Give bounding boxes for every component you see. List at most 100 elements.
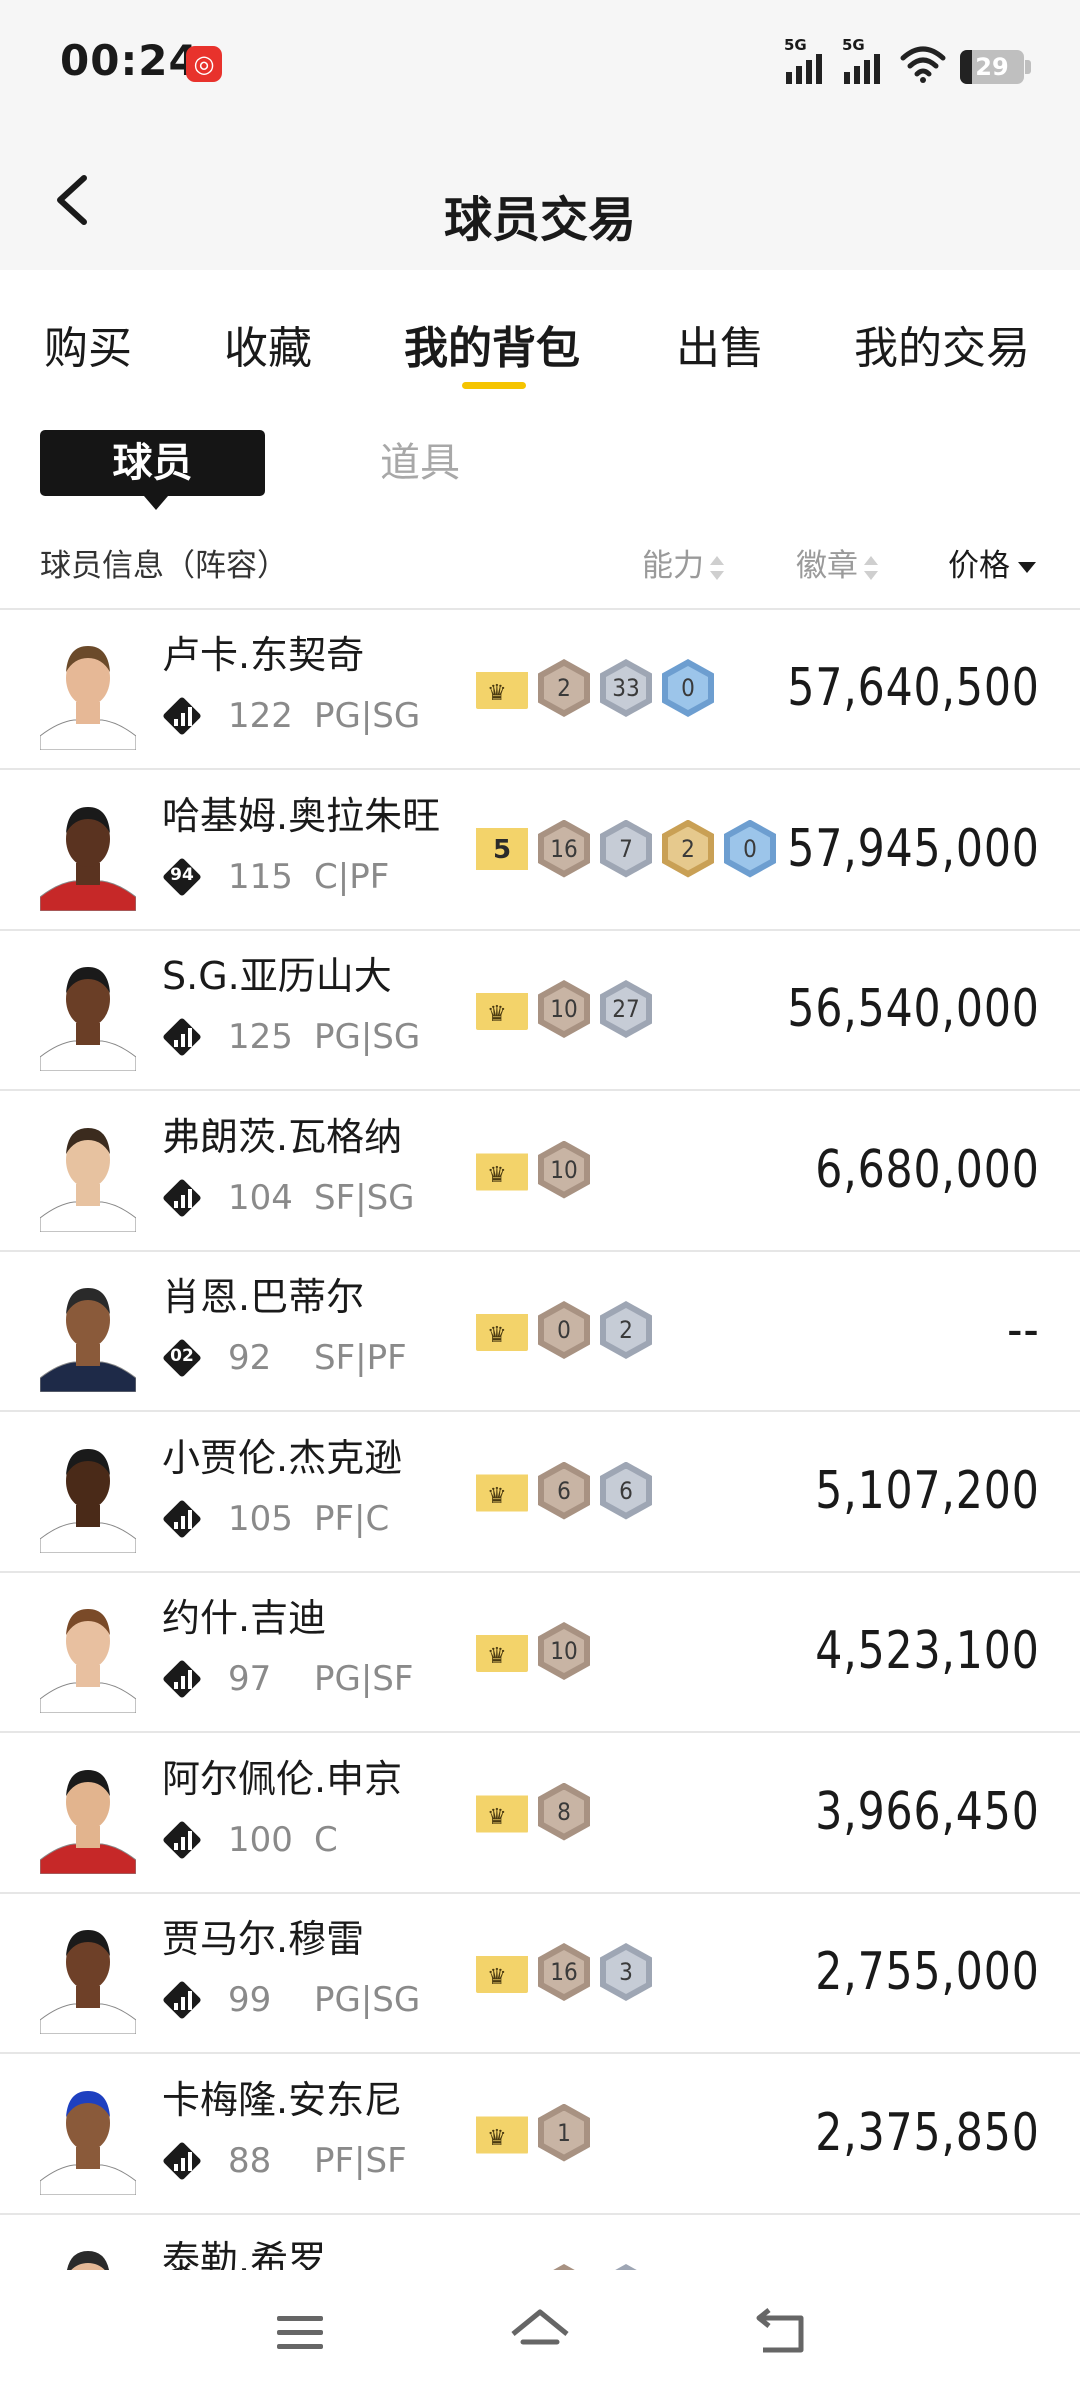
player-row[interactable]: 肖恩.巴蒂尔 02 92 SF|PF ♛ 0 2 -- [0,1252,1080,1412]
tab-my-backpack[interactable]: 我的背包 [404,312,580,376]
player-position: PG|SF [314,1659,414,1699]
player-row[interactable]: 卢卡.东契奇 122 PG|SG ♛ 2 33 0 57,640,500 [0,610,1080,770]
player-row[interactable]: 贾马尔.穆雷 99 PG|SG ♛ 16 3 2,755,000 [0,1894,1080,2054]
player-position: SF|SG [314,1177,415,1218]
status-bar: 00:24 ◎ 5G 5G 29 [0,0,1080,130]
ovr-diamond-icon: 02 [162,1338,202,1378]
badge-group: ♛ 16 3 [476,1943,652,2001]
ovr-diamond-icon [162,2140,202,2181]
signal-icon: 5G [842,36,886,84]
badge-count: 6 [557,1476,571,1505]
player-position: PG|SG [314,1980,421,2020]
player-row[interactable]: 哈基姆.奥拉朱旺 94 115 C|PF 5 16 7 2 0 57,945,000 [0,771,1080,931]
tab-my-trades[interactable]: 我的交易 [854,312,1030,376]
tab-sell[interactable]: 出售 [676,312,764,376]
player-rating: 105 [228,1498,293,1539]
bronze-badge-count: 6 [538,1461,590,1520]
segment-items[interactable]: 道具 [330,430,510,496]
badge-count: 10 [550,1637,578,1665]
player-row[interactable]: 弗朗茨.瓦格纳 104 SF|SG ♛ 10 6,680,000 [0,1092,1080,1252]
player-row[interactable]: 阿尔佩伦.申京 100 C ♛ 8 3,966,450 [0,1734,1080,1894]
player-rating: 99 [228,1980,272,2020]
sort-badges[interactable]: 徽章 [796,540,878,585]
gold-badge-count: 2 [662,819,714,878]
bronze-badge-count: 0 [538,1301,590,1359]
crown-badge-icon: ♛ [476,993,528,1030]
bronze-badge-count: 10 [538,1622,590,1680]
player-avatar [40,1114,136,1232]
status-icons: 5G 5G 29 [784,36,1031,84]
player-name: S.G.亚历山大 [162,954,392,998]
star-level-badge: 5 [476,827,528,870]
sort-desc-icon [1018,562,1036,573]
bronze-badge-count: 8 [538,1782,590,1841]
player-price: -- [1007,1300,1040,1360]
badge-group: ♛ 2 33 0 [476,659,714,717]
sort-badges-label: 徽章 [796,548,858,584]
bronze-badge-count: 16 [538,819,590,878]
player-row[interactable]: 约什.吉迪 97 PG|SF ♛ 10 4,523,100 [0,1573,1080,1733]
back-nav-icon[interactable] [745,2298,815,2368]
player-list[interactable]: 卢卡.东契奇 122 PG|SG ♛ 2 33 0 57,640,500 哈基姆.奥拉朱旺 94 1… [0,608,1080,2270]
ovr-icon-number: 94 [170,864,194,885]
sort-price-label: 价格 [948,548,1010,584]
tab-buy[interactable]: 购买 [44,312,132,376]
player-position: C [314,1819,338,1860]
player-row[interactable]: 泰勒.希罗♛832,184,450 [0,2215,1080,2270]
player-row[interactable]: 卡梅隆.安东尼 88 PF|SF ♛ 1 2,375,850 [0,2055,1080,2215]
home-icon[interactable] [505,2298,575,2368]
player-position: PG|SG [314,696,421,736]
clock: 00:24 [60,36,199,85]
player-row[interactable]: S.G.亚历山大 125 PG|SG ♛ 10 27 56,540,000 [0,931,1080,1091]
player-price: 2,755,000 [815,1942,1040,2002]
tab-bar: 购买 收藏 我的背包 出售 我的交易 [0,270,1080,400]
player-name: 约什.吉迪 [162,1596,327,1640]
sort-price[interactable]: 价格 [948,540,1036,585]
player-name: 哈基姆.奥拉朱旺 [162,793,441,838]
badge-group: ♛ 8 [476,1782,590,1841]
ovr-diamond-icon [162,1980,202,2020]
player-price: 4,523,100 [815,1621,1040,1681]
badge-count: 10 [550,1155,578,1184]
silver-badge-count: 6 [600,1461,652,1520]
app-header: 球员交易 [0,130,1080,270]
badge-group: ♛ 10 [476,1622,590,1680]
player-avatar [40,2077,136,2195]
bronze-badge-count: 16 [538,1943,590,2001]
player-avatar [40,793,136,911]
segment-players[interactable]: 球员 [40,430,265,510]
crown-badge-icon: ♛ [476,1474,528,1512]
player-avatar [40,953,136,1071]
sort-ability[interactable]: 能力 [642,540,724,585]
badge-count: 16 [550,834,578,863]
sort-arrows-icon [864,555,878,580]
ovr-diamond-icon [162,696,202,736]
silver-badge-count: 7 [600,819,652,878]
crown-badge-icon: ♛ [476,1314,528,1351]
column-header: 球员信息（阵容） 能力 徽章 价格 [0,530,1080,590]
player-rating: 100 [228,1819,293,1860]
badge-count: 2 [557,674,571,702]
menu-icon[interactable] [265,2298,335,2368]
sort-ability-label: 能力 [642,548,704,584]
badge-count: 7 [619,834,633,863]
player-rating: 92 [228,1338,272,1378]
player-row[interactable]: 小贾伦.杰克逊 105 PF|C ♛ 6 6 5,107,200 [0,1413,1080,1573]
ovr-icon-number: 02 [170,1346,194,1366]
tab-favorites[interactable]: 收藏 [224,312,312,376]
player-price: 57,640,500 [787,658,1040,718]
crown-badge-icon: ♛ [476,1795,528,1833]
ovr-diamond-icon [162,1659,202,1699]
player-name: 小贾伦.杰克逊 [162,1435,403,1480]
segment-players-label: 球员 [112,440,193,486]
player-name: 贾马尔.穆雷 [162,1917,365,1961]
player-avatar [40,1274,136,1392]
active-tab-indicator [462,382,526,389]
badge-count: 0 [681,674,695,702]
signal-label: 5G [842,36,865,54]
player-position: PF|C [314,1498,390,1539]
bronze-badge-count: 10 [538,1140,590,1199]
player-price: 6,680,000 [815,1139,1040,1200]
ovr-diamond-icon [162,1177,202,1218]
player-position: SF|PF [314,1338,407,1378]
